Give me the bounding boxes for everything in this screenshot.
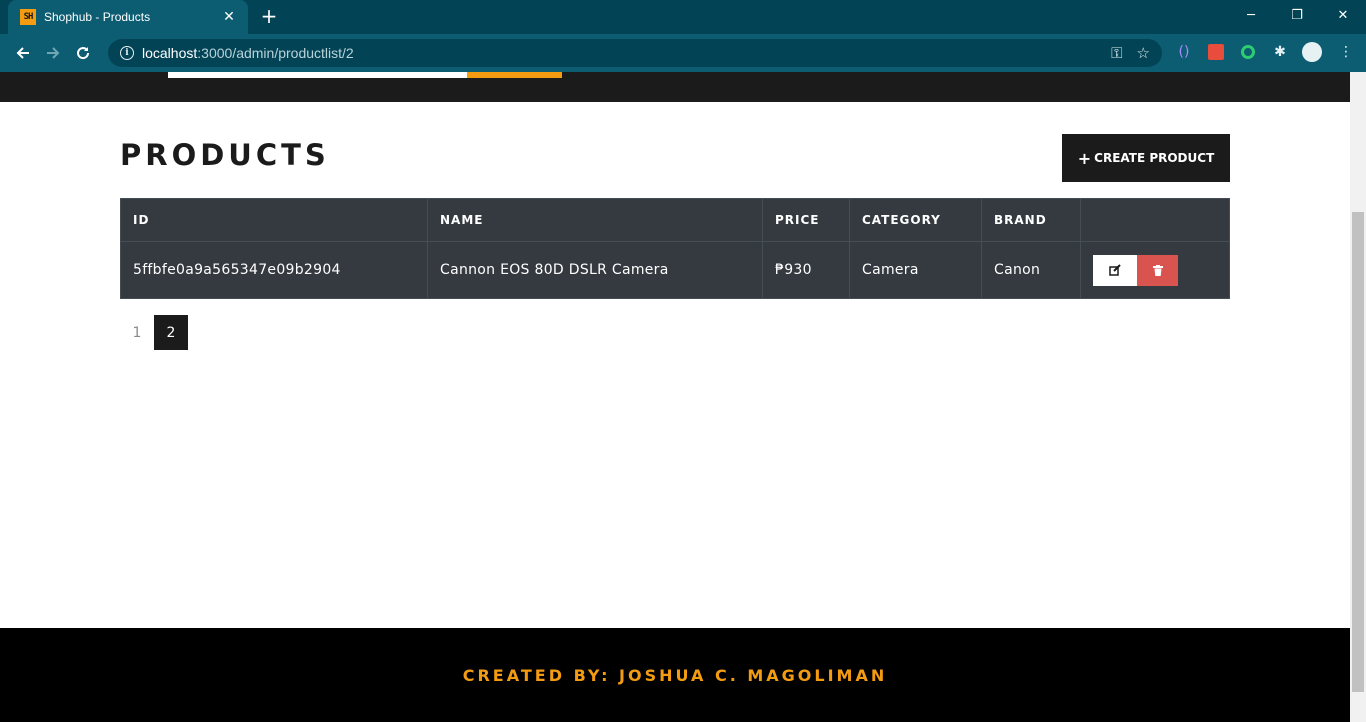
new-tab-icon[interactable]: +	[258, 6, 280, 28]
profile-avatar-icon[interactable]	[1301, 41, 1323, 63]
column-header-price: PRICE	[762, 198, 850, 242]
create-product-label: CREATE PRODUCT	[1094, 151, 1215, 165]
scrollbar-thumb[interactable]	[1352, 212, 1364, 692]
extensions-puzzle-icon[interactable]: ✱	[1269, 41, 1291, 63]
column-header-category: CATEGORY	[849, 198, 982, 242]
browser-tab[interactable]: SH Shophub - Products ✕	[8, 0, 248, 34]
product-id: 5ffbfe0a9a565347e09b2904	[120, 241, 428, 299]
product-category: Camera	[849, 241, 982, 299]
edit-product-button[interactable]	[1093, 254, 1137, 286]
trash-icon	[1152, 264, 1163, 276]
edit-icon	[1109, 264, 1121, 276]
reload-icon[interactable]	[68, 38, 98, 68]
minimize-icon[interactable]: ─	[1228, 4, 1274, 28]
page-link-1[interactable]: 1	[120, 315, 154, 350]
extension-green-icon[interactable]	[1237, 41, 1259, 63]
key-icon[interactable]: ⚿	[1111, 44, 1122, 62]
column-header-name: NAME	[427, 198, 763, 242]
footer-credit: CREATED BY: JOSHUA C. MAGOLIMAN	[462, 665, 888, 685]
browser-tabbar: SH Shophub - Products ✕ + ─ ❐ ✕	[0, 0, 1366, 34]
pagination: 1 2	[120, 315, 188, 350]
delete-product-button[interactable]	[1137, 254, 1178, 286]
create-product-button[interactable]: + CREATE PRODUCT	[1062, 134, 1230, 182]
products-table: ID NAME PRICE CATEGORY BRAND 5ffbfe0a9a5…	[120, 198, 1230, 299]
site-footer: CREATED BY: JOSHUA C. MAGOLIMAN	[0, 628, 1350, 722]
url-path: :3000/admin/productlist/2	[197, 45, 354, 61]
column-header-id: ID	[120, 198, 428, 242]
search-button[interactable]	[467, 72, 562, 78]
page-scrollbar[interactable]	[1350, 72, 1366, 722]
browser-toolbar: i localhost:3000/admin/productlist/2 ⚿ ☆	[0, 34, 1366, 72]
shophub-favicon-icon: SH	[20, 9, 36, 25]
table-row: 5ffbfe0a9a565347e09b2904 Cannon EOS 80D …	[120, 241, 1230, 299]
page-title: PRODUCTS	[120, 138, 330, 172]
site-header	[0, 72, 1350, 102]
table-header-row: ID NAME PRICE CATEGORY BRAND	[120, 198, 1230, 242]
column-header-actions	[1080, 198, 1230, 242]
product-actions	[1080, 241, 1230, 299]
browser-menu-icon[interactable]: ⋮	[1335, 41, 1357, 63]
search-input[interactable]	[168, 72, 467, 78]
forward-icon[interactable]	[38, 38, 68, 68]
close-tab-icon[interactable]: ✕	[220, 9, 238, 25]
product-brand: Canon	[981, 241, 1081, 299]
bookmark-star-icon[interactable]: ☆	[1137, 44, 1150, 62]
tab-title: Shophub - Products	[44, 10, 151, 24]
plus-icon: +	[1077, 148, 1092, 168]
back-icon[interactable]	[8, 38, 38, 68]
address-bar[interactable]: i localhost:3000/admin/productlist/2 ⚿ ☆	[108, 39, 1162, 67]
close-window-icon[interactable]: ✕	[1320, 4, 1366, 28]
product-name: Cannon EOS 80D DSLR Camera	[427, 241, 763, 299]
url-text: localhost:3000/admin/productlist/2	[142, 45, 1097, 61]
site-info-icon[interactable]: i	[120, 46, 134, 60]
extension-red-icon[interactable]	[1205, 41, 1227, 63]
url-host: localhost	[142, 45, 198, 61]
extension-brackets-icon[interactable]: ()	[1173, 41, 1195, 63]
product-price: ₱930	[762, 241, 850, 299]
column-header-brand: BRAND	[981, 198, 1081, 242]
restore-icon[interactable]: ❐	[1274, 4, 1320, 28]
page-viewport: PRODUCTS + CREATE PRODUCT ID NAME PRICE …	[0, 72, 1350, 722]
page-link-2[interactable]: 2	[154, 315, 188, 350]
